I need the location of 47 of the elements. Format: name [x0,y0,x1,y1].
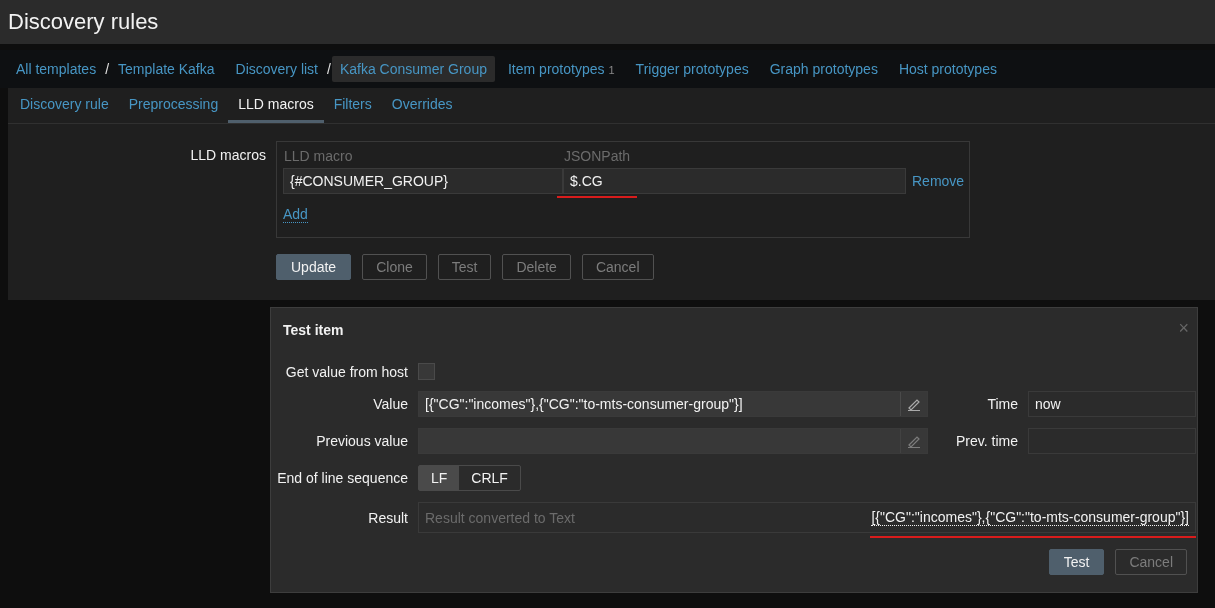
breadcrumb-separator: / [104,61,111,77]
field-label: Result [367,509,408,526]
dialog-title: Test item [283,322,344,338]
column-header: LLD macro [283,148,354,164]
breadcrumb-link[interactable]: Discovery list [227,56,326,82]
field-label: Previous value [315,433,408,449]
tab[interactable]: Discovery rule [10,88,119,123]
tab[interactable]: Preprocessing [118,88,229,123]
macro-input[interactable]: {#CONSUMER_GROUP} [283,168,563,194]
page-title: Discovery rules [8,9,159,35]
action-button[interactable]: Delete [502,254,571,280]
field-label: Get value from host [284,363,408,380]
count-label: 1 [608,64,615,76]
breadcrumb-link[interactable]: Kafka Consumer Group [331,56,495,82]
breadcrumb-link[interactable]: Graph prototypes [761,56,886,82]
segment-option[interactable]: CRLF [459,466,520,490]
value-field[interactable]: [{"CG":"incomes"},{"CG":"to-mts-consumer-group"}] [418,391,928,417]
field-label: Value [372,396,408,412]
add-link[interactable]: Add [283,206,308,223]
field-label: LLD macros [189,146,266,165]
action-button[interactable]: Clone [362,254,427,280]
breadcrumb-link[interactable]: Trigger prototypes [627,56,757,82]
tab[interactable]: Overrides [381,88,463,123]
breadcrumb-separator: / [326,61,332,77]
checkbox[interactable] [418,363,435,380]
tab[interactable]: Filters [323,88,382,123]
field-label: Time [986,396,1018,412]
breadcrumb-link[interactable]: Item prototypes 1 [500,56,623,82]
jsonpath-input[interactable]: $.CG [563,168,906,194]
result-value: [{"CG":"incomes"},{"CG":"to-mts-consumer-group"}] [871,509,1189,526]
column-header: JSONPath [563,148,632,164]
time-input[interactable]: now [1028,391,1196,417]
update-button[interactable]: Update [276,254,352,280]
breadcrumb-link[interactable]: Host prototypes [890,56,1005,82]
placeholder-text: Result converted to Text [425,509,575,526]
action-button[interactable]: Cancel [581,254,654,280]
breadcrumb-link[interactable]: Template Kafka [110,56,223,82]
field-label: Prev. time [955,433,1018,449]
value-field[interactable] [418,428,928,454]
remove-link[interactable]: Remove [906,173,965,189]
action-button[interactable]: Test [437,254,492,280]
cancel-button[interactable]: Cancel [1115,549,1187,575]
field-label: End of line sequence [276,470,408,486]
breadcrumb-link[interactable]: All templates [8,56,105,82]
segment-option[interactable]: LF [419,466,460,490]
tab[interactable]: LLD macros [228,88,324,123]
test-button[interactable]: Test [1048,549,1105,575]
